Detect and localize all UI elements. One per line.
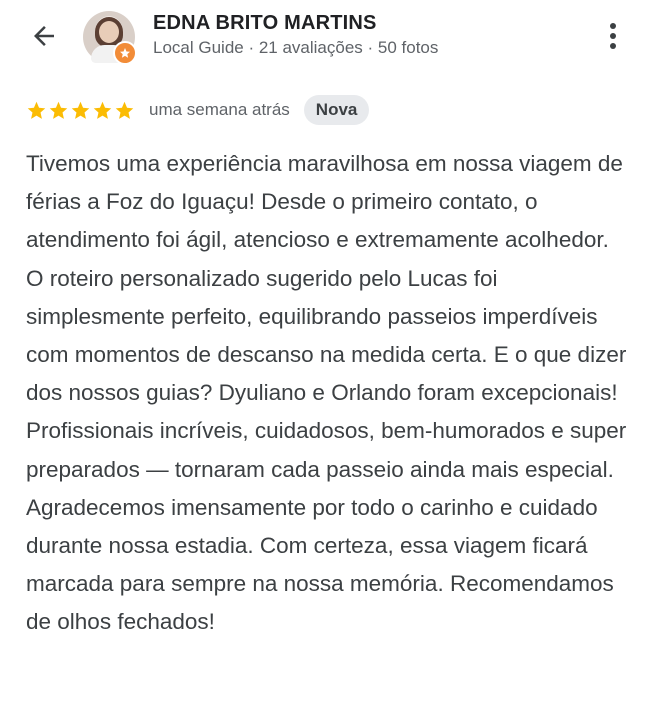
reviewer-name[interactable]: EDNA BRITO MARTINS — [153, 12, 377, 35]
rating-row: uma semana atrás Nova — [26, 94, 370, 126]
review-header: EDNA BRITO MARTINS Local Guide · 21 aval… — [0, 0, 658, 80]
more-vert-icon — [610, 23, 616, 49]
review-paragraph-1: Tivemos uma experiência maravilhosa em n… — [26, 151, 623, 253]
review-time: uma semana atrás — [149, 100, 290, 119]
local-guide-star-icon — [113, 41, 137, 65]
reviewer-meta: Local Guide · 21 avaliações · 50 fotos — [153, 38, 439, 57]
star-rating — [26, 100, 135, 121]
star-icon — [93, 101, 112, 119]
new-badge: Nova — [303, 95, 370, 125]
star-icon — [27, 101, 46, 119]
star-icon — [71, 101, 90, 119]
arrow-back-icon — [34, 26, 54, 46]
star-icon — [115, 101, 134, 119]
star-icon — [49, 101, 68, 119]
back-button[interactable] — [22, 18, 66, 54]
review-paragraph-2: O roteiro personalizado sugerido pelo Lu… — [26, 265, 627, 635]
more-options-button[interactable] — [598, 18, 628, 54]
review-text: Tivemos uma experiência maravilhosa em n… — [26, 145, 636, 642]
